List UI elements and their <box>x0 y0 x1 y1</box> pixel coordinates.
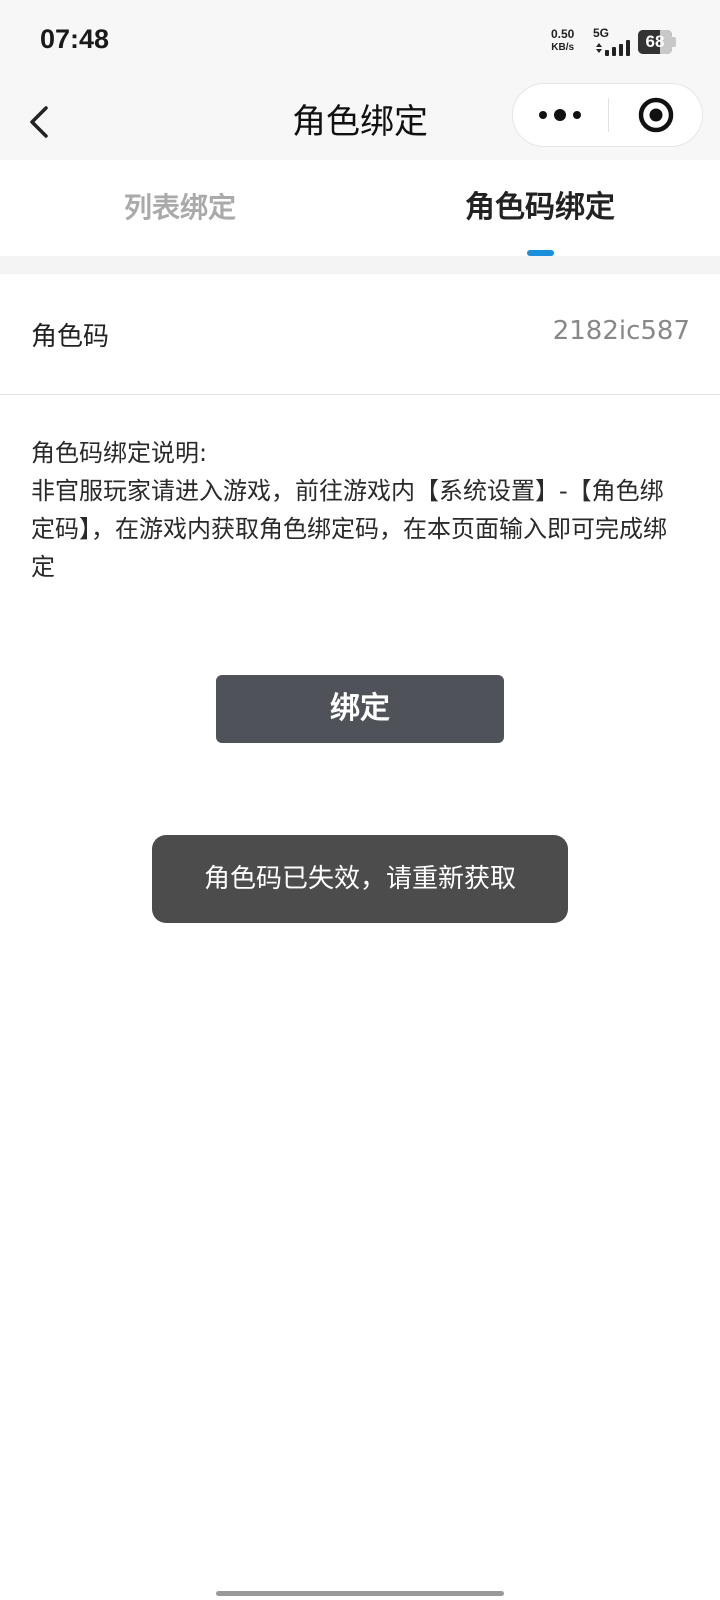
role-code-input[interactable]: 2182ic587 <box>553 316 690 346</box>
network-type: 5G <box>593 26 610 40</box>
toast-message: 角色码已失效，请重新获取 <box>152 835 568 923</box>
binding-instructions: 角色码绑定说明: 非官服玩家请进入游戏，前往游戏内【系统设置】-【角色绑定码】，… <box>31 434 681 586</box>
instructions-body: 非官服玩家请进入游戏，前往游戏内【系统设置】-【角色绑定码】，在游戏内获取角色绑… <box>31 477 667 581</box>
battery-level: 68 <box>645 32 665 51</box>
tab-bar: 列表绑定 角色码绑定 <box>0 160 720 256</box>
more-dots-icon <box>539 109 581 121</box>
bind-button[interactable]: 绑定 <box>216 675 504 743</box>
nav-bar: 角色绑定 <box>0 80 720 160</box>
status-time: 07:48 <box>40 24 110 54</box>
network-speed: 0.50 KB/s <box>551 28 574 54</box>
tab-role-code-binding[interactable]: 角色码绑定 <box>360 160 720 256</box>
home-indicator[interactable] <box>216 1591 504 1596</box>
network-speed-value: 0.50 <box>551 27 575 41</box>
battery-cap <box>672 37 676 47</box>
tab-list-binding[interactable]: 列表绑定 <box>0 160 360 256</box>
role-code-label: 角色码 <box>31 322 110 352</box>
role-code-row[interactable]: 角色码 2182ic587 <box>0 274 720 395</box>
network-speed-unit: KB/s <box>551 42 575 53</box>
more-button[interactable] <box>513 84 608 146</box>
close-button[interactable] <box>609 84 703 146</box>
target-circle-icon <box>638 97 674 133</box>
mini-program-capsule <box>512 83 703 147</box>
instructions-title: 角色码绑定说明: <box>31 439 208 467</box>
battery-icon: 68 <box>638 30 676 54</box>
section-divider <box>0 256 720 274</box>
signal-strength-icon <box>596 40 630 56</box>
status-bar: 07:48 0.50 KB/s 5G 68 <box>0 0 720 80</box>
